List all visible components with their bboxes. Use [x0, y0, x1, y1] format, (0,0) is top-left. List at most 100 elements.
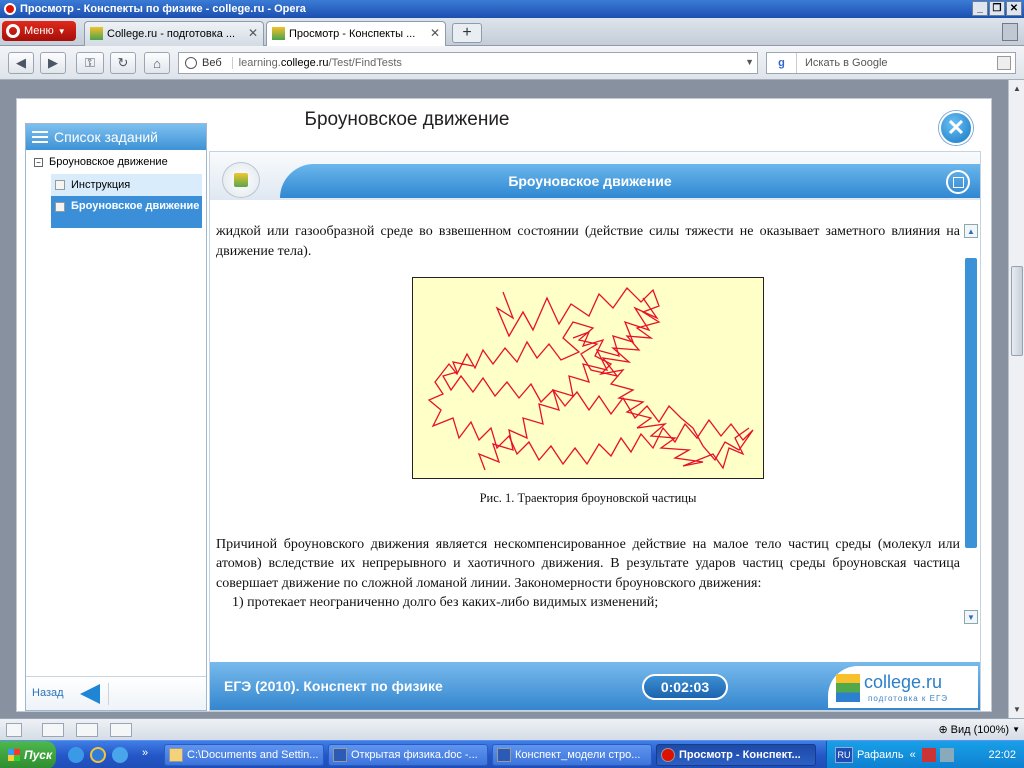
url-text: learning.college.ru/Test/FindTests: [233, 57, 402, 69]
close-tab-icon[interactable]: ✕: [430, 26, 440, 40]
sidebar-title: Список заданий: [54, 129, 159, 145]
scroll-up-icon[interactable]: ▲: [1010, 81, 1024, 96]
tab-bar: Меню ▼ College.ru - подготовка ... ✕ Про…: [0, 18, 1024, 46]
turbo-icon[interactable]: [110, 722, 132, 737]
search-icon[interactable]: [997, 56, 1011, 70]
forward-button[interactable]: ▶: [40, 52, 66, 74]
start-label: Пуск: [24, 748, 53, 762]
college-favicon-icon: [90, 27, 103, 40]
folder-icon: [169, 748, 183, 762]
browser-tab-active[interactable]: Просмотр - Конспекты ... ✕: [266, 21, 446, 46]
search-placeholder: Искать в Google: [805, 57, 888, 69]
start-button[interactable]: Пуск: [0, 741, 56, 768]
item-status-icon: [55, 180, 65, 190]
opera-logo-icon: [6, 24, 20, 38]
list-icon: [32, 131, 48, 143]
sidebar-footer: Назад: [26, 676, 206, 710]
antivirus-icon[interactable]: [921, 748, 936, 762]
sidebar-item-label: Броуновское движение: [71, 200, 200, 212]
logo-subtitle: подготовка к ЕГЭ: [868, 694, 949, 703]
clock: 22:02: [988, 749, 1016, 761]
web-label: Веб: [179, 57, 233, 69]
opera-icon: [661, 748, 675, 762]
tree-root[interactable]: − Броуновское движение: [26, 150, 206, 174]
content-scrollbar[interactable]: ▲ ▼: [964, 224, 978, 624]
back-button[interactable]: ◀: [8, 52, 34, 74]
figure-caption: Рис. 1. Траектория броуновской частицы: [479, 491, 697, 505]
restore-icon[interactable]: ❐: [989, 1, 1005, 16]
close-tab-icon[interactable]: ✕: [248, 26, 258, 40]
url-host: college.ru: [280, 57, 329, 69]
collapse-icon[interactable]: −: [34, 157, 43, 167]
title-bar: Просмотр - Конспекты по физике - college…: [0, 0, 1024, 18]
chevron-down-icon[interactable]: ▼: [745, 57, 754, 67]
task-label: C:\Documents and Settin...: [187, 749, 319, 761]
zoom-icon: ⊕: [938, 724, 948, 736]
task-label: Открытая физика.doc -...: [351, 749, 478, 761]
reload-button[interactable]: ↻: [110, 52, 136, 74]
panel-title: Броуновское движение: [508, 173, 672, 189]
back-arrow-icon[interactable]: [80, 684, 100, 704]
browser-tab-college[interactable]: College.ru - подготовка ... ✕: [84, 21, 264, 46]
ie-icon[interactable]: [90, 747, 106, 763]
scroll-down-icon[interactable]: ▼: [1010, 702, 1024, 717]
chevron-down-icon: ▼: [1012, 725, 1020, 734]
globe-icon: [185, 57, 197, 69]
google-icon[interactable]: g: [767, 53, 797, 73]
lesson-icon[interactable]: [222, 162, 260, 198]
tab-label: Просмотр - Конспекты ...: [289, 28, 416, 40]
panel-toggle-icon[interactable]: [6, 722, 22, 737]
close-window-icon[interactable]: ✕: [1006, 1, 1022, 16]
task-opera[interactable]: Просмотр - Конспект...: [656, 744, 816, 766]
zoom-control[interactable]: ⊕ Вид (100%) ▼: [938, 723, 1020, 737]
language-indicator[interactable]: RU: [835, 747, 853, 763]
search-field[interactable]: g Искать в Google: [766, 52, 1016, 74]
wand-key-icon[interactable]: ⚿: [76, 52, 104, 74]
scroll-thumb[interactable]: [1011, 266, 1023, 356]
address-bar: ◀ ▶ ⚿ ↻ ⌂ Веб learning.college.ru/Test/F…: [0, 46, 1024, 80]
minimize-icon[interactable]: _: [972, 1, 988, 16]
content-panel: Броуновское движение жидкой или газообра…: [209, 151, 981, 711]
new-tab-button[interactable]: +: [452, 23, 482, 43]
browser-quicklaunch-icon[interactable]: [68, 747, 84, 763]
home-button[interactable]: ⌂: [144, 52, 170, 74]
cause-paragraph: Причиной броуновского движения является …: [216, 536, 960, 591]
sidebar-item-brownian[interactable]: Броуновское движение: [51, 196, 202, 228]
sync-icon[interactable]: [42, 722, 64, 737]
sidebar-item-instruction[interactable]: Инструкция: [51, 174, 202, 196]
browser-status-bar: ⊕ Вид (100%) ▼: [0, 718, 1024, 740]
task-explorer[interactable]: C:\Documents and Settin...: [164, 744, 324, 766]
task-word-1[interactable]: Открытая физика.doc -...: [328, 744, 488, 766]
course-title: ЕГЭ (2010). Конспект по физике: [224, 678, 443, 694]
trajectory-path-svg: [427, 286, 754, 471]
task-word-2[interactable]: Конспект_модели стро...: [492, 744, 652, 766]
unite-icon[interactable]: [76, 722, 98, 737]
window-title: Просмотр - Конспекты по физике - college…: [20, 3, 306, 15]
trajectory-figure: [412, 277, 764, 479]
task-label: Просмотр - Конспект...: [679, 749, 801, 761]
back-link[interactable]: Назад: [32, 687, 64, 699]
tab-label: College.ru - подготовка ...: [107, 28, 236, 40]
network-icon[interactable]: [939, 748, 954, 762]
word-doc-icon: [333, 748, 347, 762]
content-scroll-thumb[interactable]: [965, 258, 977, 548]
media-icon[interactable]: [112, 747, 128, 763]
url-field[interactable]: Веб learning.college.ru/Test/FindTests ▼: [178, 52, 758, 74]
close-viewer-button[interactable]: ✕: [939, 111, 973, 145]
scroll-down-icon[interactable]: ▼: [964, 610, 978, 624]
item-status-icon: [55, 202, 65, 212]
scroll-up-icon[interactable]: ▲: [964, 224, 978, 238]
grid-view-icon[interactable]: [946, 170, 970, 194]
url-host-pre: learning.: [238, 57, 281, 69]
more-icon[interactable]: »: [142, 747, 148, 759]
divider: [108, 683, 109, 705]
opera-icon: [4, 3, 16, 15]
page-scrollbar[interactable]: ▲ ▼: [1008, 80, 1024, 718]
trash-icon[interactable]: [1002, 23, 1018, 41]
timer-display: 0:02:03: [642, 674, 728, 700]
intro-paragraph: жидкой или газообразной среде во взвешен…: [216, 224, 960, 259]
zoom-label: Вид (100%): [950, 723, 1010, 736]
opera-menu-button[interactable]: Меню ▼: [2, 21, 76, 41]
tray-expand-icon[interactable]: «: [910, 749, 916, 761]
sidebar-item-label: Инструкция: [71, 179, 131, 191]
